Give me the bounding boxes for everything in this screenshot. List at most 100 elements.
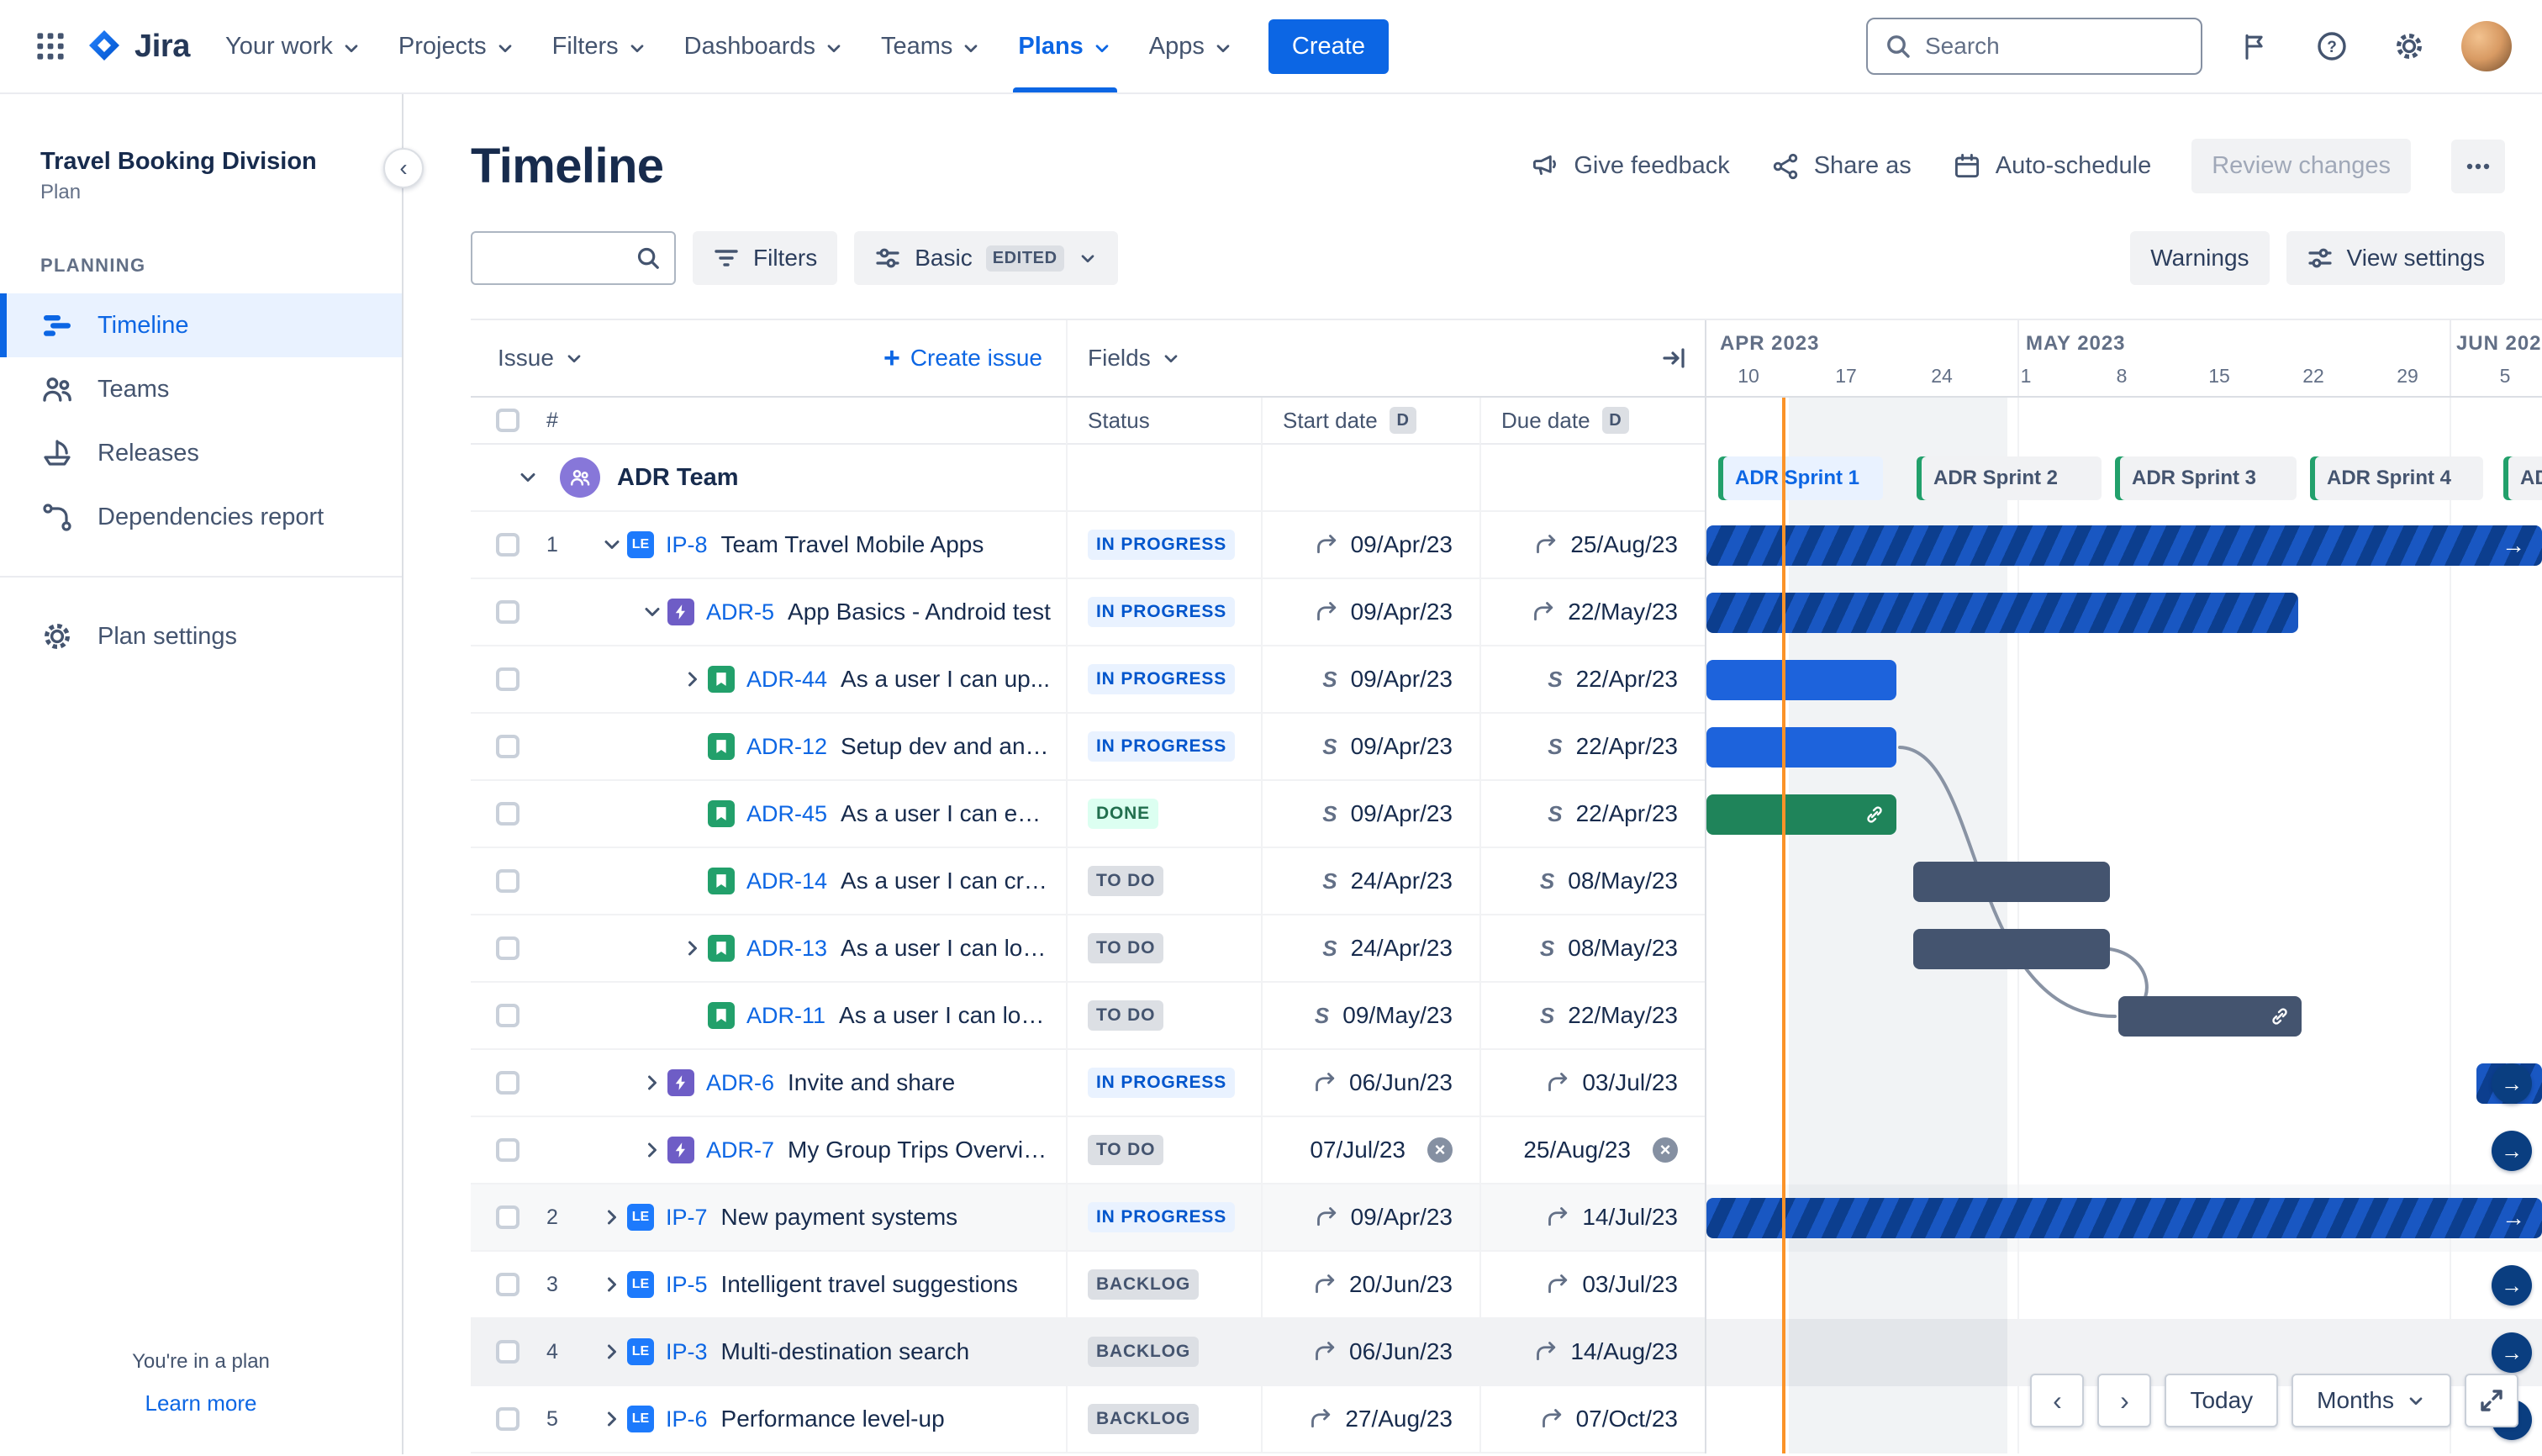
date-value[interactable]: 22/May/23 (1568, 1002, 1678, 1029)
issue-summary[interactable]: As a user I can up... (841, 666, 1063, 693)
issue-key-link[interactable]: ADR-12 (746, 734, 827, 760)
issue-row[interactable]: ADR-5 App Basics - Android test IN PROGRES… (471, 579, 2542, 646)
share-as-button[interactable]: Share as (1770, 151, 1912, 182)
row-checkbox[interactable] (496, 1071, 519, 1095)
gantt-bar[interactable]: → (1706, 1198, 2542, 1238)
date-value[interactable]: 03/Jul/23 (1582, 1069, 1678, 1096)
flag-icon[interactable] (2229, 21, 2280, 71)
scroll-to-bar-button[interactable]: → (2492, 1063, 2532, 1104)
dependency-link-icon[interactable] (1864, 804, 1885, 825)
scroll-to-bar-button[interactable]: → (2492, 1265, 2532, 1306)
help-icon[interactable]: ? (2307, 21, 2357, 71)
row-checkbox[interactable] (496, 533, 519, 557)
select-all-checkbox[interactable] (496, 409, 519, 432)
review-changes-button[interactable]: Review changes (2191, 139, 2411, 193)
date-value[interactable]: 09/Apr/23 (1351, 1204, 1453, 1231)
expand-toggle[interactable] (597, 533, 627, 557)
warnings-button[interactable]: Warnings (2130, 231, 2270, 285)
issue-summary[interactable]: Setup dev and and ... (841, 733, 1066, 760)
issue-summary[interactable]: Performance level-up (721, 1406, 958, 1432)
date-value[interactable]: 22/Apr/23 (1576, 733, 1678, 760)
date-value[interactable]: 08/May/23 (1568, 868, 1678, 894)
nav-your-work[interactable]: Your work (207, 0, 380, 92)
issue-summary[interactable]: New payment systems (721, 1204, 972, 1231)
nav-teams[interactable]: Teams (862, 0, 999, 92)
scroll-to-bar-button[interactable]: → (2492, 1131, 2532, 1171)
gantt-bar[interactable] (1706, 660, 1896, 700)
expand-toggle[interactable] (637, 600, 667, 624)
expand-toggle[interactable] (597, 1205, 627, 1229)
status-lozenge[interactable]: DONE (1088, 799, 1159, 829)
date-value[interactable]: 06/Jun/23 (1349, 1069, 1453, 1096)
issue-row[interactable]: 1 LE IP-8 Team Travel Mobile Apps IN PROGRES… (471, 512, 2542, 579)
nav-plans[interactable]: Plans (999, 0, 1130, 92)
row-checkbox[interactable] (496, 802, 519, 826)
fullscreen-button[interactable] (2465, 1374, 2518, 1427)
issue-row[interactable]: ADR-6 Invite and share IN PROGRESS 06/Jun/2… (471, 1050, 2542, 1117)
auto-schedule-button[interactable]: Auto-schedule (1952, 151, 2151, 182)
status-lozenge[interactable]: TO DO (1088, 933, 1164, 963)
expand-toggle[interactable] (678, 936, 708, 960)
jira-logo[interactable]: Jira (84, 26, 190, 66)
today-button[interactable]: Today (2165, 1374, 2279, 1427)
gantt-bar[interactable] (1706, 794, 1896, 835)
date-value[interactable]: 22/Apr/23 (1576, 800, 1678, 827)
scroll-left-button[interactable]: ‹ (2030, 1374, 2085, 1427)
scroll-to-bar-button[interactable]: → (2492, 1332, 2532, 1373)
issue-row[interactable]: ADR-11 As a user I can log i... TO DO S 09/M… (471, 983, 2542, 1050)
global-search[interactable] (1866, 18, 2202, 75)
row-checkbox[interactable] (496, 667, 519, 691)
status-lozenge[interactable]: TO DO (1088, 1000, 1164, 1031)
date-value[interactable]: 14/Jul/23 (1582, 1204, 1678, 1231)
date-value[interactable]: 03/Jul/23 (1582, 1271, 1678, 1298)
sidebar-item-plan-settings[interactable]: Plan settings (0, 604, 402, 668)
status-lozenge[interactable]: IN PROGRESS (1088, 1068, 1236, 1098)
issue-row[interactable]: 2 LE IP-7 New payment systems IN PROGRESS 09/… (471, 1184, 2542, 1252)
user-avatar[interactable] (2461, 21, 2512, 71)
date-value[interactable]: 14/Aug/23 (1570, 1338, 1678, 1365)
group-expand-toggle[interactable] (513, 466, 543, 489)
expand-toggle[interactable] (597, 1407, 627, 1431)
date-value[interactable]: 07/Jul/23 (1310, 1137, 1405, 1163)
date-value[interactable]: 09/May/23 (1342, 1002, 1453, 1029)
status-lozenge[interactable]: IN PROGRESS (1088, 731, 1236, 762)
collapse-sidebar-button[interactable]: ‹ (383, 148, 424, 188)
date-value[interactable]: 25/Aug/23 (1523, 1137, 1631, 1163)
issue-key-link[interactable]: IP-8 (666, 532, 708, 558)
date-value[interactable]: 22/Apr/23 (1576, 666, 1678, 693)
row-checkbox[interactable] (496, 869, 519, 893)
sidebar-item-releases[interactable]: Releases (0, 421, 402, 485)
row-checkbox[interactable] (496, 1407, 519, 1431)
issue-key-link[interactable]: ADR-13 (746, 936, 827, 962)
sprint-bar[interactable]: ADR Sprint 4 (2310, 456, 2483, 500)
gantt-bar[interactable] (1913, 862, 2110, 902)
issue-summary[interactable]: Multi-destination search (721, 1338, 984, 1365)
status-lozenge[interactable]: IN PROGRESS (1088, 1202, 1236, 1232)
issue-summary[interactable]: As a user I can ena... (841, 800, 1066, 827)
status-lozenge[interactable]: BACKLOG (1088, 1404, 1200, 1434)
issue-key-link[interactable]: ADR-45 (746, 801, 827, 827)
row-checkbox[interactable] (496, 1340, 519, 1364)
issue-row[interactable]: 3 LE IP-5 Intelligent travel suggestions BAC… (471, 1252, 2542, 1319)
date-value[interactable]: 09/Apr/23 (1351, 666, 1453, 693)
issue-row[interactable]: ADR-45 As a user I can ena... DONE S 09/Apr/… (471, 781, 2542, 848)
row-checkbox[interactable] (496, 1273, 519, 1296)
issue-key-link[interactable]: ADR-44 (746, 667, 827, 693)
expand-toggle[interactable] (637, 1071, 667, 1095)
filters-button[interactable]: Filters (693, 231, 838, 285)
more-actions-button[interactable] (2451, 139, 2505, 193)
date-value[interactable]: 20/Jun/23 (1349, 1271, 1453, 1298)
expand-toggle[interactable] (597, 1340, 627, 1364)
date-value[interactable]: 09/Apr/23 (1351, 599, 1453, 625)
scroll-right-button[interactable]: › (2097, 1374, 2152, 1427)
issue-key-link[interactable]: IP-3 (666, 1339, 708, 1365)
timeline-search[interactable] (471, 231, 676, 285)
date-value[interactable]: 25/Aug/23 (1570, 531, 1678, 558)
status-lozenge[interactable]: TO DO (1088, 866, 1164, 896)
date-value[interactable]: 22/May/23 (1568, 599, 1678, 625)
fields-menu[interactable]: Fields (1088, 345, 1151, 372)
sprint-bar[interactable]: ADR Sprint 5 (2503, 456, 2542, 500)
date-value[interactable]: 27/Aug/23 (1345, 1406, 1453, 1432)
date-value[interactable]: 24/Apr/23 (1351, 868, 1453, 894)
issue-key-link[interactable]: IP-5 (666, 1272, 708, 1298)
